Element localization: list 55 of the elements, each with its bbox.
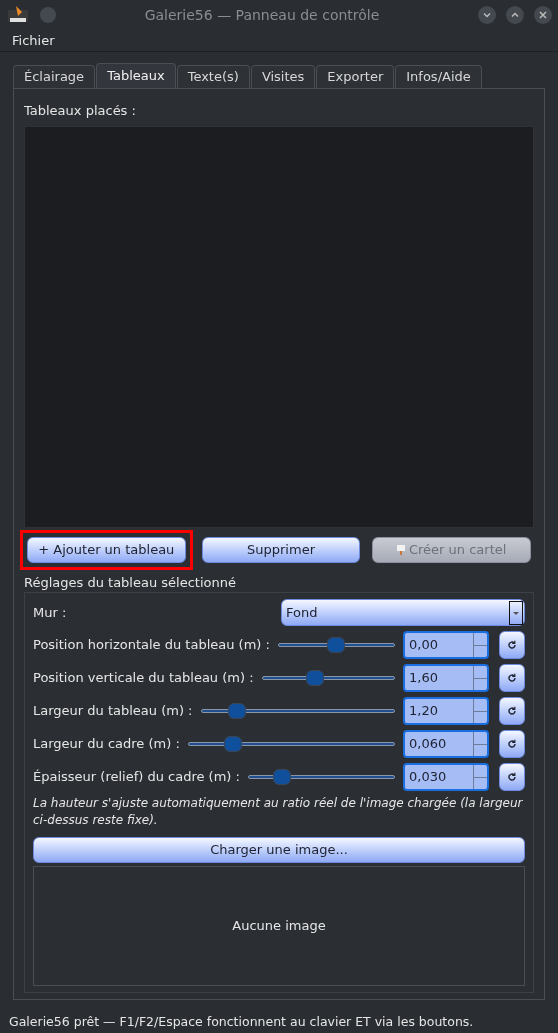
reset-button[interactable] bbox=[499, 763, 525, 791]
slider-label: Épaisseur (relief) du cadre (m) : bbox=[33, 768, 240, 787]
maximize-icon bbox=[510, 10, 520, 20]
action-button[interactable]: + Ajouter un tableau bbox=[27, 536, 186, 563]
slider-thumb[interactable] bbox=[305, 670, 324, 686]
number-field[interactable]: 0,00 bbox=[403, 631, 489, 659]
tab[interactable]: Tableaux bbox=[96, 63, 176, 88]
action-button[interactable]: Supprimer bbox=[201, 536, 361, 563]
tab[interactable]: Texte(s) bbox=[176, 65, 250, 88]
minimize-icon bbox=[482, 10, 492, 20]
maximize-button[interactable] bbox=[506, 6, 524, 24]
slider-label: Position verticale du tableau (m) : bbox=[33, 669, 254, 688]
slider[interactable] bbox=[261, 668, 395, 688]
slider[interactable] bbox=[187, 734, 395, 754]
tab[interactable]: Éclairage bbox=[13, 65, 96, 88]
minimize-button[interactable] bbox=[478, 6, 496, 24]
sign-icon bbox=[397, 544, 405, 555]
slider[interactable] bbox=[247, 767, 395, 787]
slider-thumb[interactable] bbox=[327, 637, 346, 653]
slider-label: Position horizontale du tableau (m) : bbox=[33, 636, 270, 655]
reset-button[interactable] bbox=[499, 631, 525, 659]
group-title: Réglages du tableau sélectionné bbox=[24, 573, 237, 592]
reset-button[interactable] bbox=[499, 730, 525, 758]
wall-dropdown[interactable]: Fond bbox=[281, 599, 525, 626]
tab[interactable]: Infos/Aide bbox=[395, 65, 482, 88]
tab[interactable]: Exporter bbox=[316, 65, 395, 88]
slider[interactable] bbox=[200, 701, 395, 721]
close-icon bbox=[538, 10, 548, 20]
slider-label: Largeur du cadre (m) : bbox=[33, 735, 180, 754]
tab[interactable]: Visites bbox=[250, 65, 316, 88]
menu-item[interactable]: Fichier bbox=[12, 30, 55, 51]
load-image-button[interactable]: Charger une image... bbox=[33, 836, 525, 863]
slider-thumb[interactable] bbox=[228, 703, 247, 719]
reset-icon bbox=[507, 673, 517, 683]
number-field[interactable]: 1,60 bbox=[403, 664, 489, 692]
reset-icon bbox=[507, 640, 517, 650]
close-button[interactable] bbox=[534, 6, 552, 24]
reset-icon bbox=[507, 739, 517, 749]
slider-label: Largeur du tableau (m) : bbox=[33, 702, 193, 721]
number-field[interactable]: 0,060 bbox=[403, 730, 489, 758]
list-label: Tableaux placés : bbox=[24, 102, 137, 120]
wall-label: Mur : bbox=[33, 603, 68, 622]
reset-icon bbox=[507, 772, 517, 782]
reset-icon bbox=[507, 706, 517, 716]
number-field[interactable]: 0,030 bbox=[403, 763, 489, 791]
status-text: Galerie56 prêt — F1/F2/Espace fonctionnent au clavier ET via les boutons. bbox=[9, 1013, 474, 1032]
reset-button[interactable] bbox=[499, 664, 525, 692]
reset-button[interactable] bbox=[499, 697, 525, 725]
slider-thumb[interactable] bbox=[224, 736, 243, 752]
slider-thumb[interactable] bbox=[272, 769, 291, 785]
window-title: Galerie56 — Panneau de contrôle bbox=[143, 5, 381, 25]
preview-text: Aucune image bbox=[232, 916, 326, 935]
number-field[interactable]: 1,20 bbox=[403, 697, 489, 725]
help-note: La hauteur s'ajuste automatiquement au ratio réel de l'image chargée (la largeur ci-dessus reste fixe). bbox=[33, 794, 524, 829]
slider[interactable] bbox=[277, 635, 395, 655]
